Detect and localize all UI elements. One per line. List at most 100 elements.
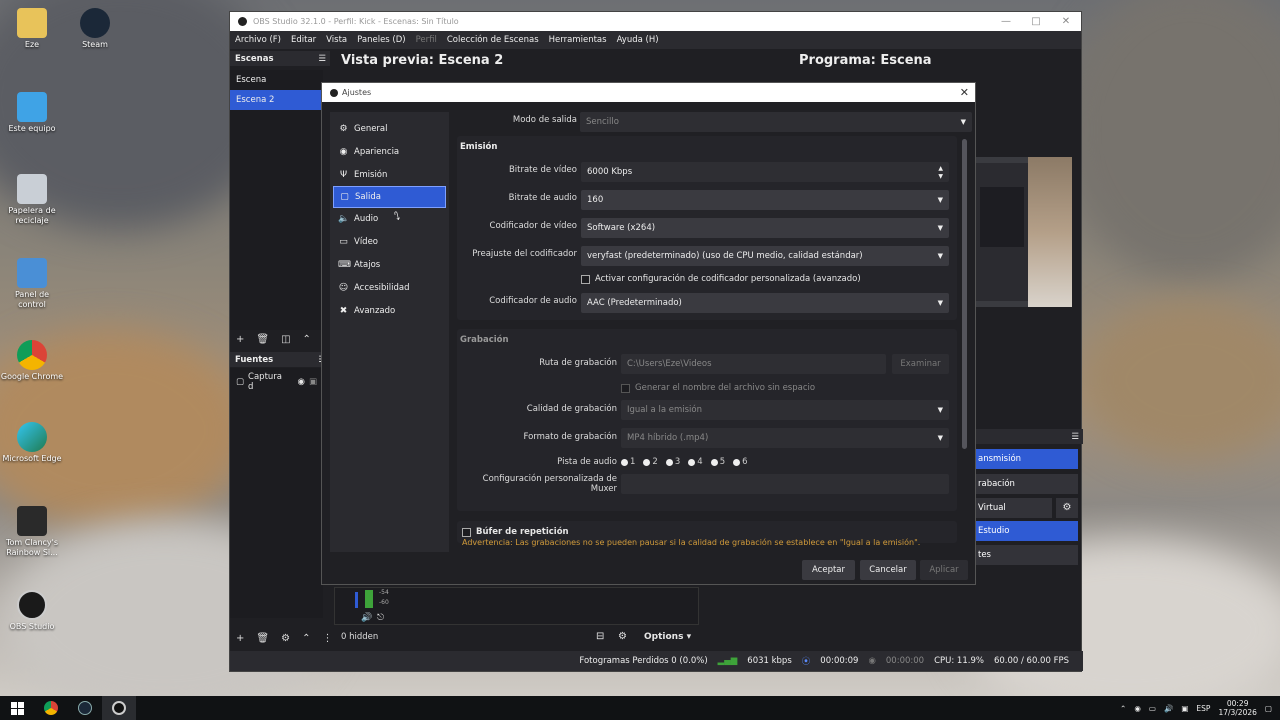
track-radio[interactable]: 4 — [688, 457, 703, 467]
menu-editar[interactable]: Editar — [291, 35, 316, 45]
sidebar-item-salida[interactable]: ▢ Salida — [333, 186, 446, 209]
cancel-button[interactable]: Cancelar — [860, 560, 916, 580]
sidebar-item-audio[interactable]: 🔈 Audio — [330, 208, 449, 230]
menu-coleccion-escenas[interactable]: Colección de Escenas — [447, 35, 539, 45]
chevron-up-icon[interactable]: ⌃ — [302, 633, 310, 644]
network-icon[interactable]: ▭ — [1149, 704, 1156, 713]
gear-icon[interactable]: ⚙ — [281, 633, 290, 644]
camera-icon[interactable]: ▣ — [1181, 704, 1188, 713]
replay-buffer-checkbox[interactable]: Búfer de repetición — [462, 525, 569, 539]
stream-button[interactable]: ansmisión — [976, 449, 1078, 469]
track-radio[interactable]: 6 — [733, 457, 748, 467]
steam-icon[interactable] — [68, 696, 102, 720]
record-icon: ◉ — [868, 656, 876, 666]
add-icon[interactable]: + — [236, 633, 244, 644]
menu-paneles[interactable]: Paneles (D) — [357, 35, 405, 45]
desktop-icon-obs[interactable]: OBS Studio — [0, 590, 64, 632]
desktop-icon-edge[interactable]: Microsoft Edge — [0, 422, 64, 464]
audio-encoder-select[interactable]: AAC (Predeterminado) ▼ — [581, 293, 949, 313]
video-encoder-select[interactable]: Software (x264) ▼ — [581, 218, 949, 238]
chevron-up-icon[interactable]: ⌃ — [303, 334, 311, 345]
scrollbar[interactable] — [962, 139, 967, 449]
obs-icon[interactable] — [102, 696, 136, 720]
filter-icon[interactable]: ◫ — [281, 334, 290, 345]
sidebar-item-atajos[interactable]: ⌨ Atajos — [330, 254, 449, 276]
browse-button[interactable]: Examinar — [892, 354, 949, 374]
muxer-input[interactable] — [621, 474, 949, 494]
custom-encoder-checkbox[interactable]: Activar configuración de codificador per… — [581, 272, 861, 286]
volume-icon[interactable]: 🔊 — [1164, 704, 1173, 713]
recording-format-select[interactable]: MP4 híbrido (.mp4) ▼ — [621, 428, 949, 448]
video-bitrate-input[interactable]: 6000 Kbps ▲ ▼ — [581, 162, 949, 182]
options-button[interactable]: Options ▾ — [644, 632, 691, 642]
accept-button[interactable]: Aceptar — [802, 560, 855, 580]
source-item[interactable]: ▢ Captura d ◉ ▣ — [230, 368, 323, 396]
track-radio[interactable]: 3 — [665, 457, 680, 467]
minimize-icon[interactable]: — — [991, 12, 1021, 31]
close-icon[interactable]: ✕ — [960, 83, 969, 102]
more-icon[interactable]: ⋮ — [322, 633, 332, 644]
virtual-camera-button[interactable]: Virtual — [976, 498, 1052, 518]
volume-icon[interactable]: 🔊 — [361, 613, 372, 623]
notification-icon[interactable]: ▢ — [1265, 704, 1272, 713]
gear-icon[interactable]: ⚙ — [1056, 498, 1078, 518]
menu-ayuda[interactable]: Ayuda (H) — [617, 35, 659, 45]
menu-perfil[interactable]: Perfil — [416, 35, 437, 45]
encoder-preset-select[interactable]: veryfast (predeterminado) (uso de CPU me… — [581, 246, 949, 266]
obs-icon — [17, 590, 47, 620]
language-indicator[interactable]: ESP — [1196, 704, 1210, 713]
sidebar-item-apariencia[interactable]: ◉ Apariencia — [330, 141, 449, 163]
spinner-icon[interactable]: ▲ ▼ — [938, 165, 943, 181]
dock-menu-icon[interactable]: ☰ — [318, 54, 326, 64]
gear-icon: ⚙ — [339, 124, 348, 134]
track-radio[interactable]: 2 — [643, 457, 658, 467]
scene-item-selected[interactable]: Escena 2 — [230, 90, 323, 110]
windows-start-icon[interactable] — [0, 696, 34, 720]
gears-icon[interactable]: ⚙ — [618, 631, 627, 642]
sidebar-item-general[interactable]: ⚙ General — [330, 118, 449, 140]
desktop-icon-eze[interactable]: Eze — [0, 8, 64, 50]
clock[interactable]: 00:29 17/3/2026 — [1218, 699, 1256, 717]
desktop-icon-control-panel[interactable]: Panel de control — [0, 258, 64, 310]
audio-bitrate-select[interactable]: 160 ▼ — [581, 190, 949, 210]
record-button[interactable]: rabación — [976, 474, 1078, 494]
mouse-cursor-icon: ⭛ — [394, 210, 401, 223]
eye-icon[interactable]: ◉ — [298, 377, 305, 387]
no-space-checkbox[interactable]: Generar el nombre del archivo sin espaci… — [621, 381, 815, 395]
menu-vista[interactable]: Vista — [326, 35, 347, 45]
settings-button[interactable]: tes — [976, 545, 1078, 565]
folder-icon — [17, 8, 47, 38]
desktop-icon-chrome[interactable]: Google Chrome — [0, 340, 64, 382]
chevron-up-icon[interactable]: ⌃ — [1120, 704, 1126, 713]
trash-icon[interactable]: 🗑 — [256, 334, 269, 345]
maximize-icon[interactable]: □ — [1021, 12, 1051, 31]
headphones-icon[interactable]: ⎋ — [377, 613, 384, 623]
chrome-icon[interactable] — [34, 696, 68, 720]
recording-path-input[interactable]: C:\Users\Eze\Videos — [621, 354, 886, 374]
menu-archivo[interactable]: Archivo (F) — [235, 35, 281, 45]
dock-menu-icon[interactable]: ☰ — [1071, 432, 1079, 442]
close-icon[interactable]: ✕ — [1051, 12, 1081, 31]
sidebar-item-accesibilidad[interactable]: ☺ Accesibilidad — [330, 277, 449, 299]
track-radio[interactable]: 5 — [710, 457, 725, 467]
output-mode-select[interactable]: Sencillo ▼ — [580, 112, 972, 132]
obs-tray-icon[interactable]: ◉ — [1134, 704, 1141, 713]
apply-button[interactable]: Aplicar — [920, 560, 968, 580]
studio-mode-button[interactable]: Estudio — [976, 521, 1078, 541]
trash-icon[interactable]: 🗑 — [256, 633, 269, 644]
menu-herramientas[interactable]: Herramientas — [549, 35, 607, 45]
sidebar-item-video[interactable]: ▭ Vídeo — [330, 231, 449, 253]
layout-icon[interactable]: ⊟ — [596, 631, 604, 642]
scene-item[interactable]: Escena — [230, 70, 323, 90]
desktop-icon-recycle-bin[interactable]: Papelera de reciclaje — [0, 174, 64, 226]
desktop-icon-rainbow-six[interactable]: Tom Clancy's Rainbow Si... — [0, 506, 64, 558]
sidebar-item-emision[interactable]: Ψ Emisión — [330, 164, 449, 186]
lock-icon[interactable]: ▣ — [309, 377, 317, 387]
desktop-icon-steam[interactable]: Steam — [63, 8, 127, 50]
add-icon[interactable]: + — [236, 334, 244, 345]
track-radio[interactable]: 1 — [621, 457, 635, 467]
desktop-icon-label: Google Chrome — [0, 372, 64, 381]
desktop-icon-this-pc[interactable]: Este equipo — [0, 92, 64, 134]
sidebar-item-avanzado[interactable]: ✖ Avanzado — [330, 300, 449, 322]
recording-quality-select[interactable]: Igual a la emisión ▼ — [621, 400, 949, 420]
